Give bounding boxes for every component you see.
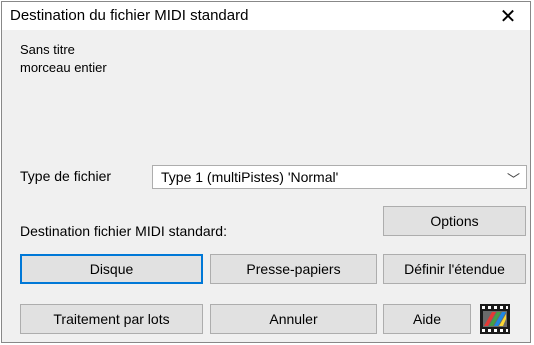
set-range-button[interactable]: Définir l'étendue [383,254,526,284]
help-button[interactable]: Aide [383,304,471,334]
film-clip-icon[interactable] [480,304,510,334]
song-name-text: Sans titre [20,42,75,57]
cancel-button[interactable]: Annuler [210,304,377,334]
midi-destination-dialog: Destination du fichier MIDI standard ✕ S… [1,1,531,343]
batch-button[interactable]: Traitement par lots [20,304,203,334]
close-button[interactable]: ✕ [486,2,530,30]
chevron-down-icon: ﹀ [506,172,520,187]
file-type-label: Type de fichier [20,168,112,184]
disk-button[interactable]: Disque [20,254,203,284]
file-type-selected-value: Type 1 (multiPistes) 'Normal' [161,169,339,185]
destination-label: Destination fichier MIDI standard: [20,223,227,239]
dialog-title: Destination du fichier MIDI standard [10,7,249,24]
clipboard-button[interactable]: Presse-papiers [210,254,377,284]
file-type-select[interactable]: Type 1 (multiPistes) 'Normal' ﹀ [152,165,527,189]
close-icon: ✕ [499,5,517,28]
title-bar: Destination du fichier MIDI standard ✕ [2,2,530,30]
range-text: morceau entier [20,60,107,75]
options-button[interactable]: Options [383,206,526,236]
